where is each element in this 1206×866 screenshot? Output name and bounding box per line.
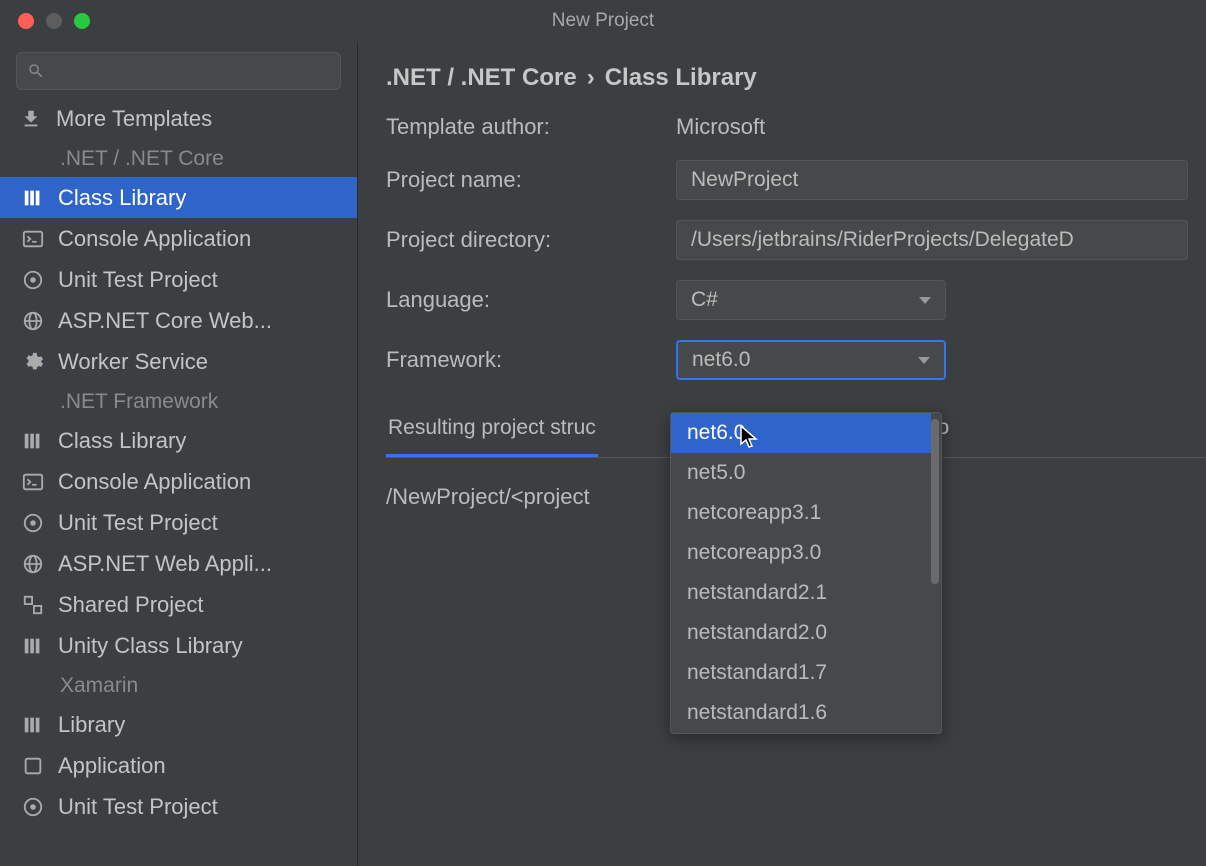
framework-option-netstandard17[interactable]: netstandard1.7 xyxy=(671,653,931,693)
sidebar-item-label: Library xyxy=(58,712,125,738)
sidebar-item-class-library-fw[interactable]: Class Library xyxy=(0,420,357,461)
sidebar-item-label: Unity Class Library xyxy=(58,633,243,659)
library-icon xyxy=(22,430,44,452)
framework-option-netcoreapp31[interactable]: netcoreapp3.1 xyxy=(671,493,931,533)
shared-icon xyxy=(22,594,44,616)
sidebar-item-shared-project[interactable]: Shared Project xyxy=(0,584,357,625)
sidebar-item-unit-test[interactable]: Unit Test Project xyxy=(0,259,357,300)
framework-row: Framework: net6.0 xyxy=(386,340,1206,380)
app-icon xyxy=(22,755,44,777)
framework-option-net50[interactable]: net5.0 xyxy=(671,453,931,493)
sidebar-item-aspnet-core[interactable]: ASP.NET Core Web... xyxy=(0,300,357,341)
sidebar-group-netframework: .NET Framework xyxy=(0,382,357,420)
sidebar-item-label: More Templates xyxy=(56,106,212,132)
console-icon xyxy=(22,228,44,250)
project-name-input[interactable] xyxy=(676,160,1188,200)
project-directory-label: Project directory: xyxy=(386,227,676,253)
window-controls xyxy=(18,13,90,29)
project-name-row: Project name: xyxy=(386,160,1206,200)
sidebar-item-xamarin-library[interactable]: Library xyxy=(0,704,357,745)
language-label: Language: xyxy=(386,287,676,313)
sidebar-item-xamarin-test[interactable]: Unit Test Project xyxy=(0,786,357,827)
template-author-row: Template author: Microsoft xyxy=(386,114,1206,140)
titlebar: New Project xyxy=(0,0,1206,42)
tab-structure[interactable]: Resulting project struc xyxy=(386,416,598,457)
search-input[interactable] xyxy=(16,52,341,90)
search-icon xyxy=(27,62,45,80)
close-window-button[interactable] xyxy=(18,13,34,29)
sidebar-item-console-app-fw[interactable]: Console Application xyxy=(0,461,357,502)
breadcrumb-category: .NET / .NET Core xyxy=(386,64,577,92)
sidebar-group-netcore: .NET / .NET Core xyxy=(0,139,357,177)
library-icon xyxy=(22,187,44,209)
project-directory-input[interactable] xyxy=(676,220,1188,260)
sidebar-item-label: ASP.NET Web Appli... xyxy=(58,551,272,577)
template-author-label: Template author: xyxy=(386,114,676,140)
framework-option-netstandard21[interactable]: netstandard2.1 xyxy=(671,573,931,613)
framework-value: net6.0 xyxy=(692,348,750,372)
sidebar-item-worker-service[interactable]: Worker Service xyxy=(0,341,357,382)
sidebar-item-label: Unit Test Project xyxy=(58,794,218,820)
maximize-window-button[interactable] xyxy=(74,13,90,29)
framework-option-netstandard20[interactable]: netstandard2.0 xyxy=(671,613,931,653)
sidebar-item-aspnet-web[interactable]: ASP.NET Web Appli... xyxy=(0,543,357,584)
minimize-window-button[interactable] xyxy=(46,13,62,29)
sidebar-item-label: Class Library xyxy=(58,428,186,454)
window-title: New Project xyxy=(552,10,654,32)
sidebar-item-label: Worker Service xyxy=(58,349,208,375)
framework-label: Framework: xyxy=(386,347,676,373)
sidebar-item-xamarin-app[interactable]: Application xyxy=(0,745,357,786)
language-value: C# xyxy=(691,288,718,312)
project-directory-row: Project directory: xyxy=(386,220,1206,260)
framework-option-net60[interactable]: net6.0 xyxy=(671,413,931,453)
gear-icon xyxy=(22,351,44,373)
framework-dropdown: net6.0 net5.0 netcoreapp3.1 netcoreapp3.… xyxy=(670,412,942,734)
sidebar-item-label: Shared Project xyxy=(58,592,204,618)
sidebar-item-unity-library[interactable]: Unity Class Library xyxy=(0,625,357,666)
chevron-down-icon xyxy=(918,357,930,364)
library-icon xyxy=(22,635,44,657)
sidebar-item-unit-test-fw[interactable]: Unit Test Project xyxy=(0,502,357,543)
framework-option-netcoreapp30[interactable]: netcoreapp3.0 xyxy=(671,533,931,573)
sidebar-item-label: Console Application xyxy=(58,226,251,252)
breadcrumb: .NET / .NET Core › Class Library xyxy=(386,64,1206,92)
sidebar-item-class-library[interactable]: Class Library xyxy=(0,177,357,218)
sidebar-item-label: Console Application xyxy=(58,469,251,495)
language-select[interactable]: C# xyxy=(676,280,946,320)
chevron-down-icon xyxy=(919,297,931,304)
download-icon xyxy=(20,108,42,130)
content-area: More Templates .NET / .NET Core Class Li… xyxy=(0,42,1206,866)
framework-option-netstandard16[interactable]: netstandard1.6 xyxy=(671,693,931,733)
template-author-value: Microsoft xyxy=(676,114,765,140)
sidebar-item-label: Class Library xyxy=(58,185,186,211)
test-icon xyxy=(22,796,44,818)
test-icon xyxy=(22,512,44,534)
breadcrumb-separator: › xyxy=(587,64,595,92)
project-name-label: Project name: xyxy=(386,167,676,193)
sidebar-item-label: Unit Test Project xyxy=(58,267,218,293)
dropdown-scrollbar[interactable] xyxy=(931,419,939,584)
sidebar-group-xamarin: Xamarin xyxy=(0,666,357,704)
web-icon xyxy=(22,310,44,332)
console-icon xyxy=(22,471,44,493)
sidebar-item-label: Application xyxy=(58,753,166,779)
web-icon xyxy=(22,553,44,575)
library-icon xyxy=(22,714,44,736)
language-row: Language: C# xyxy=(386,280,1206,320)
breadcrumb-template: Class Library xyxy=(605,64,757,92)
test-icon xyxy=(22,269,44,291)
sidebar-item-label: ASP.NET Core Web... xyxy=(58,308,272,334)
sidebar: More Templates .NET / .NET Core Class Li… xyxy=(0,42,358,866)
framework-select[interactable]: net6.0 xyxy=(676,340,946,380)
sidebar-item-label: Unit Test Project xyxy=(58,510,218,536)
more-templates-item[interactable]: More Templates xyxy=(0,98,357,139)
sidebar-item-console-app[interactable]: Console Application xyxy=(0,218,357,259)
